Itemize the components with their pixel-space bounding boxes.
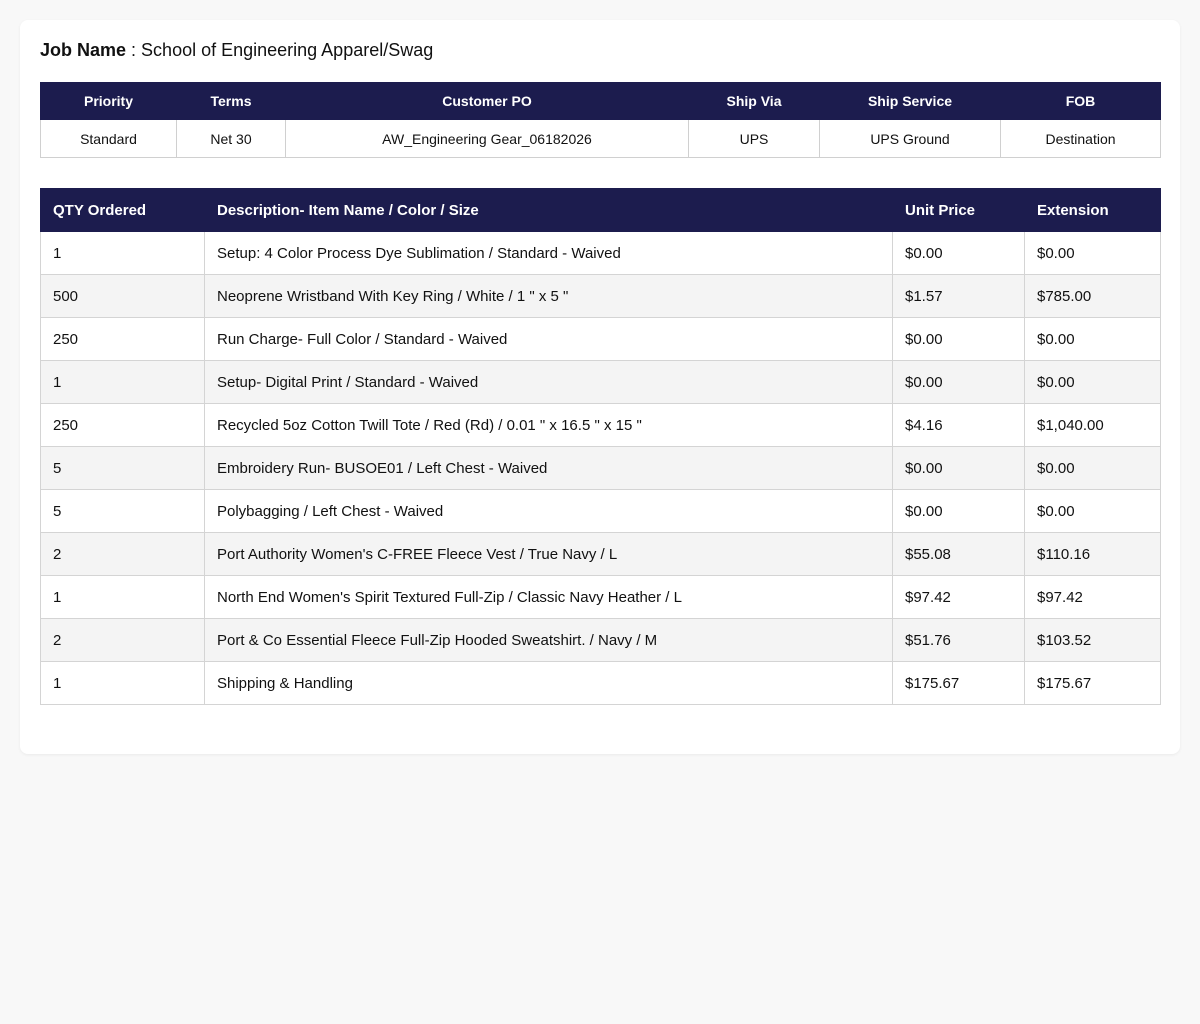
table-row: 250 Run Charge- Full Color / Standard - … [40, 317, 1161, 361]
cell-description: Port Authority Women's C-FREE Fleece Ves… [204, 532, 893, 576]
table-row: 500 Neoprene Wristband With Key Ring / W… [40, 274, 1161, 318]
table-row: 5 Polybagging / Left Chest - Waived $0.0… [40, 489, 1161, 533]
header-extension: Extension [1024, 188, 1161, 232]
job-name-value: School of Engineering Apparel/Swag [141, 40, 434, 60]
value-ship-via: UPS [688, 119, 820, 158]
header-terms: Terms [176, 82, 286, 120]
table-row: 1 Setup- Digital Print / Standard - Waiv… [40, 360, 1161, 404]
cell-description: Recycled 5oz Cotton Twill Tote / Red (Rd… [204, 403, 893, 447]
cell-unit-price: $0.00 [892, 360, 1025, 404]
cell-description: Embroidery Run- BUSOE01 / Left Chest - W… [204, 446, 893, 490]
cell-description: Run Charge- Full Color / Standard - Waiv… [204, 317, 893, 361]
cell-unit-price: $0.00 [892, 446, 1025, 490]
cell-description: Port & Co Essential Fleece Full-Zip Hood… [204, 618, 893, 662]
table-row: 250 Recycled 5oz Cotton Twill Tote / Red… [40, 403, 1161, 447]
value-ship-service: UPS Ground [819, 119, 1001, 158]
cell-unit-price: $0.00 [892, 231, 1025, 275]
cell-extension: $97.42 [1024, 575, 1161, 619]
cell-extension: $103.52 [1024, 618, 1161, 662]
cell-qty: 1 [40, 575, 205, 619]
cell-unit-price: $51.76 [892, 618, 1025, 662]
table-row: 2 Port & Co Essential Fleece Full-Zip Ho… [40, 618, 1161, 662]
cell-extension: $0.00 [1024, 489, 1161, 533]
header-description: Description- Item Name / Color / Size [204, 188, 893, 232]
table-row: 1 North End Women's Spirit Textured Full… [40, 575, 1161, 619]
job-name-line: Job Name : School of Engineering Apparel… [40, 38, 1160, 62]
cell-qty: 1 [40, 360, 205, 404]
cell-unit-price: $55.08 [892, 532, 1025, 576]
cell-description: Setup- Digital Print / Standard - Waived [204, 360, 893, 404]
cell-qty: 250 [40, 317, 205, 361]
cell-extension: $0.00 [1024, 317, 1161, 361]
info-header-row: Priority Terms Customer PO Ship Via Ship… [40, 82, 1161, 120]
cell-qty: 1 [40, 661, 205, 705]
cell-extension: $175.67 [1024, 661, 1161, 705]
order-card: Job Name : School of Engineering Apparel… [20, 20, 1180, 754]
header-priority: Priority [40, 82, 177, 120]
cell-extension: $785.00 [1024, 274, 1161, 318]
order-info-table: Priority Terms Customer PO Ship Via Ship… [40, 82, 1161, 158]
value-terms: Net 30 [176, 119, 286, 158]
cell-qty: 500 [40, 274, 205, 318]
header-fob: FOB [1000, 82, 1161, 120]
table-row: 1 Shipping & Handling $175.67 $175.67 [40, 661, 1161, 705]
cell-unit-price: $1.57 [892, 274, 1025, 318]
cell-unit-price: $0.00 [892, 489, 1025, 533]
job-name-separator: : [126, 40, 142, 60]
value-customer-po: AW_Engineering Gear_06182026 [285, 119, 689, 158]
cell-description: Setup: 4 Color Process Dye Sublimation /… [204, 231, 893, 275]
line-items-table: QTY Ordered Description- Item Name / Col… [40, 188, 1161, 705]
table-row: 1 Setup: 4 Color Process Dye Sublimation… [40, 231, 1161, 275]
job-name-label: Job Name [40, 40, 127, 60]
value-priority: Standard [40, 119, 177, 158]
cell-qty: 2 [40, 532, 205, 576]
items-header-row: QTY Ordered Description- Item Name / Col… [40, 188, 1161, 232]
cell-extension: $1,040.00 [1024, 403, 1161, 447]
cell-qty: 5 [40, 489, 205, 533]
cell-description: Polybagging / Left Chest - Waived [204, 489, 893, 533]
cell-description: North End Women's Spirit Textured Full-Z… [204, 575, 893, 619]
cell-qty: 2 [40, 618, 205, 662]
cell-description: Neoprene Wristband With Key Ring / White… [204, 274, 893, 318]
header-unit-price: Unit Price [892, 188, 1025, 232]
cell-extension: $0.00 [1024, 446, 1161, 490]
table-row: 2 Port Authority Women's C-FREE Fleece V… [40, 532, 1161, 576]
value-fob: Destination [1000, 119, 1161, 158]
header-ship-service: Ship Service [819, 82, 1001, 120]
header-qty: QTY Ordered [40, 188, 205, 232]
cell-description: Shipping & Handling [204, 661, 893, 705]
cell-unit-price: $175.67 [892, 661, 1025, 705]
info-value-row: Standard Net 30 AW_Engineering Gear_0618… [40, 119, 1161, 158]
cell-unit-price: $4.16 [892, 403, 1025, 447]
cell-extension: $0.00 [1024, 231, 1161, 275]
header-customer-po: Customer PO [285, 82, 689, 120]
cell-qty: 1 [40, 231, 205, 275]
cell-qty: 250 [40, 403, 205, 447]
cell-extension: $0.00 [1024, 360, 1161, 404]
cell-unit-price: $97.42 [892, 575, 1025, 619]
cell-qty: 5 [40, 446, 205, 490]
table-row: 5 Embroidery Run- BUSOE01 / Left Chest -… [40, 446, 1161, 490]
cell-extension: $110.16 [1024, 532, 1161, 576]
header-ship-via: Ship Via [688, 82, 820, 120]
cell-unit-price: $0.00 [892, 317, 1025, 361]
